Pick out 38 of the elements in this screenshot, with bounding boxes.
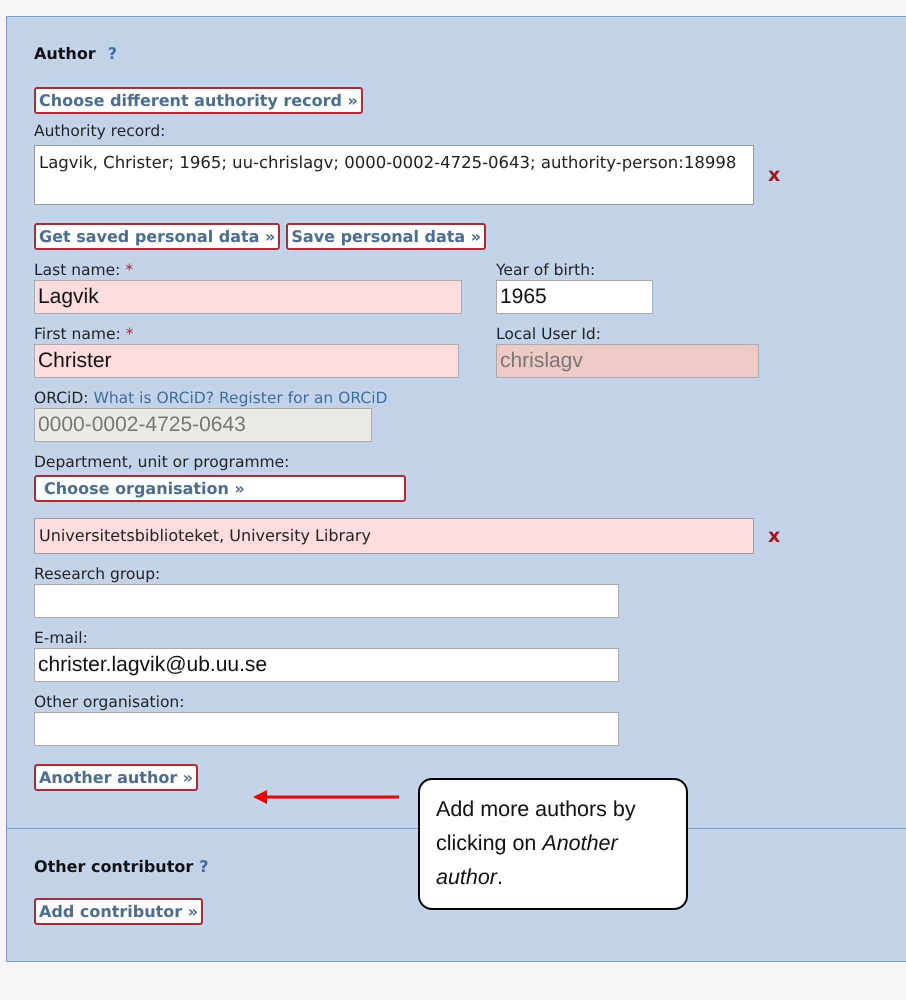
section-title: Author — [34, 44, 96, 63]
choose-organisation-button[interactable]: Choose organisation » — [34, 475, 406, 502]
help-link[interactable]: Register for an ORCiD — [218, 389, 388, 408]
field-label: Local User Id: — [496, 325, 601, 344]
text-field[interactable]: chrislagv — [496, 344, 759, 378]
required-mark: * — [125, 261, 134, 280]
another-author-button[interactable]: Another author » — [34, 764, 198, 791]
field-label: Year of birth: — [496, 261, 596, 280]
field-label: Last name: — [34, 261, 120, 280]
remove-link[interactable]: x — [768, 525, 780, 547]
add-contributor-button[interactable]: Add contributor » — [34, 898, 204, 925]
text-field[interactable]: Lagvik — [34, 280, 462, 314]
field-label: Other organisation: — [34, 693, 184, 712]
field-label: Authority record: — [34, 122, 166, 141]
field-label: First name: — [34, 325, 121, 344]
text-field[interactable] — [34, 584, 619, 618]
personal-data-button[interactable]: Save personal data » — [286, 223, 486, 250]
field-label: E-mail: — [34, 629, 88, 648]
section-title: Other contributor — [34, 857, 194, 876]
text-field[interactable] — [34, 712, 619, 746]
field-label: ORCiD: — [34, 389, 88, 408]
field-label: Research group: — [34, 565, 160, 584]
orcid-field[interactable]: 0000-0002-4725-0643 — [34, 408, 372, 442]
text-field[interactable]: Christer — [34, 344, 459, 378]
choose-authority-button[interactable]: Choose different authority record » — [34, 87, 363, 114]
callout-note: Add more authors by clicking on Another author. — [418, 778, 688, 910]
help-link[interactable]: ? — [108, 44, 117, 63]
remove-link[interactable]: x — [768, 164, 780, 186]
organisation-field[interactable]: Universitetsbiblioteket, University Library — [34, 518, 754, 554]
personal-data-button[interactable]: Get saved personal data » — [34, 223, 280, 250]
required-mark: * — [126, 325, 134, 344]
help-link[interactable]: What is ORCiD? — [94, 389, 214, 408]
text-field[interactable]: 1965 — [496, 280, 653, 314]
help-link[interactable]: ? — [199, 857, 208, 876]
arrow-icon — [253, 789, 401, 805]
text-field[interactable]: christer.lagvik@ub.uu.se — [34, 648, 619, 682]
field-label: Department, unit or programme: — [34, 453, 290, 472]
authority-record-field[interactable]: Lagvik, Christer; 1965; uu-chrislagv; 0000-0002-4725-0643; authority-person:18998 — [34, 145, 754, 205]
